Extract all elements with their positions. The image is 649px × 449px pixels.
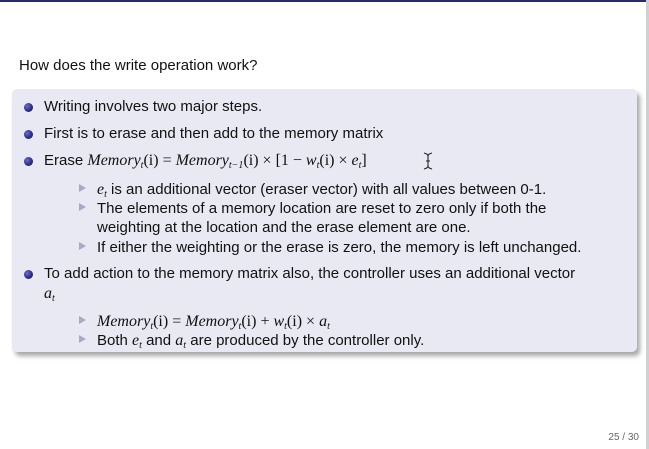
sub-arrow-icon	[79, 335, 86, 343]
bullet-dot-icon	[24, 157, 33, 166]
sub-text: The elements of a memory location are re…	[97, 200, 547, 217]
bullet-dot-icon	[24, 103, 33, 112]
top-rule	[0, 0, 649, 2]
sub-text: If either the weighting or the erase is …	[97, 239, 582, 256]
bullet-text: at	[44, 285, 55, 304]
bullet-text: Writing involves two major steps.	[44, 98, 263, 115]
bullet-text: To add action to the memory matrix also,…	[44, 265, 576, 282]
sub-arrow-icon	[79, 203, 86, 211]
sub-arrow-icon	[79, 184, 86, 192]
frame-title: How does the write operation work?	[19, 57, 258, 74]
sub-text: weighting at the location and the erase …	[97, 219, 471, 236]
add-equation: Memoryt(i) = Memoryt(i) + wt(i) × at	[97, 313, 330, 332]
bullet-dot-icon	[24, 270, 33, 279]
sub-text: et is an additional vector (eraser vecto…	[97, 181, 547, 200]
bullet-text: First is to erase and then add to the me…	[44, 125, 384, 142]
bullet-dot-icon	[24, 130, 33, 139]
sub-arrow-icon	[79, 242, 86, 250]
sub-arrow-icon	[79, 316, 86, 324]
erase-equation: Erase Memoryt(i) = Memoryt−1(i) × [1 − w…	[44, 152, 367, 171]
text-cursor-icon	[423, 152, 433, 170]
page-number: 25 / 30	[608, 432, 639, 443]
sub-text: Both et and at are produced by the contr…	[97, 332, 425, 351]
